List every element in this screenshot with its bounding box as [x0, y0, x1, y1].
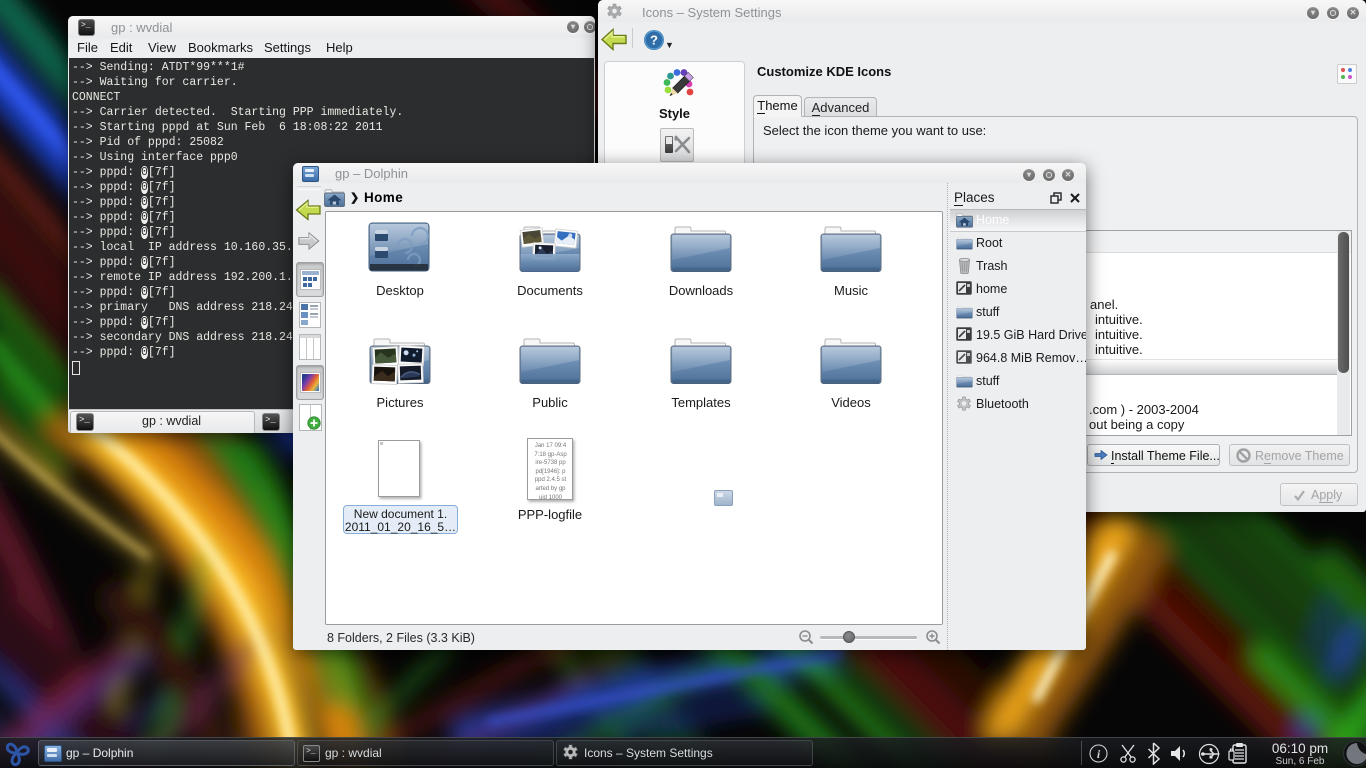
svg-text:?: ?: [650, 33, 658, 48]
svg-text:i: i: [1097, 747, 1101, 761]
